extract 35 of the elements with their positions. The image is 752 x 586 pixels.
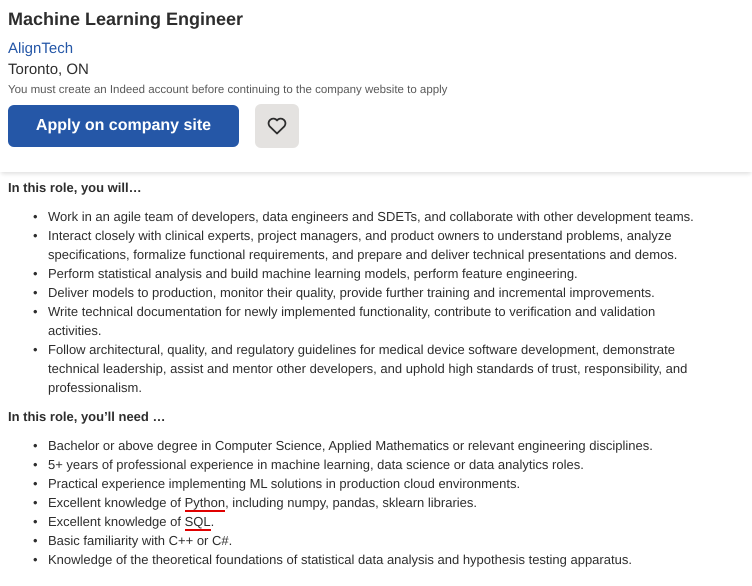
bullet-mark: • [33, 475, 39, 493]
bullet-mark: • [33, 513, 39, 531]
bullet-item: Practical experience implementing ML solutions in production cloud environments. [48, 475, 522, 493]
account-notice: You must create an Indeed account before continuing to the company website to apply [8, 83, 448, 98]
job-title: Machine Learning Engineer [8, 8, 244, 31]
bullet-mark: • [33, 265, 39, 283]
bullet-mark: • [33, 341, 39, 359]
bullet-item: Work in an agile team of developers, data engineers and SDETs, and collaborate with other development teams. [48, 208, 695, 226]
bullet-item: Deliver models to production, monitor their quality, provide further training and incremental improvements. [48, 284, 656, 302]
bullet-mark: • [33, 303, 39, 321]
section-heading: In this role, you will… [8, 179, 143, 197]
heart-icon [267, 117, 287, 135]
bullet-item: Bachelor or above degree in Computer Science, Applied Mathematics or relevant engineering disciplines. [48, 437, 654, 455]
bullet-mark: • [33, 208, 39, 226]
bullet-item: Excellent knowledge of Python, including numpy, pandas, sklearn libraries. [48, 494, 478, 512]
company-link[interactable]: AlignTech [8, 38, 74, 60]
bullet-item: Knowledge of the theoretical foundations of statistical data analysis and hypothesis testing apparatus. [48, 551, 633, 569]
bullet-mark: • [33, 284, 39, 302]
bullet-mark: • [33, 437, 39, 455]
bullet-item: Excellent knowledge of SQL. [48, 513, 216, 531]
bullet-item: Basic familiarity with C++ or C#. [48, 532, 234, 550]
bullet-item: Follow architectural, quality, and regulatory guidelines for medical device software development, demonstrate technical leadership, assist and mentor other developers, and uphold high standards of trust, responsibility, and professionalism. [48, 341, 688, 397]
bullet-item: 5+ years of professional experience in machine learning, data science or data analytics roles. [48, 456, 585, 474]
section-heading: In this role, you’ll need … [8, 408, 166, 426]
apply-button[interactable]: Apply on company site [8, 105, 239, 147]
bullet-mark: • [33, 227, 39, 245]
bullet-item: Write technical documentation for newly implemented functionality, contribute to verification and validation activities. [48, 303, 656, 340]
bullet-mark: • [33, 532, 39, 550]
job-location: Toronto, ON [8, 60, 90, 80]
bullet-mark: • [33, 551, 39, 569]
bullet-mark: • [33, 456, 39, 474]
bullet-mark: • [33, 494, 39, 512]
bullet-item: Perform statistical analysis and build machine learning models, perform feature engineering. [48, 265, 579, 283]
bullet-item: Interact closely with clinical experts, project managers, and product owners to understand problems, analyze specifications, formalize functional requirements, and prepare and deliver technical presentations and demos. [48, 227, 678, 264]
save-button[interactable] [255, 104, 299, 148]
